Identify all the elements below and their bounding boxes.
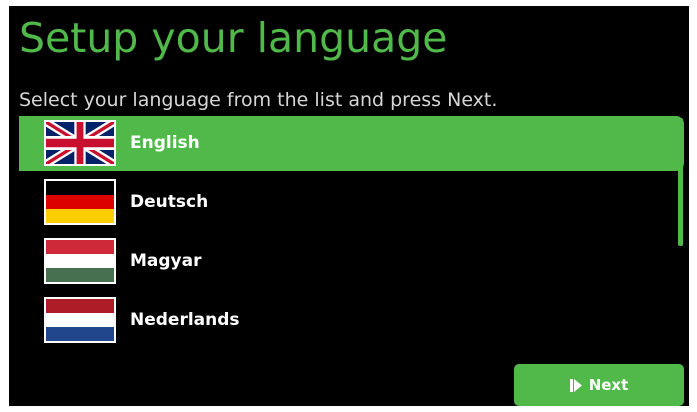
skip-next-icon — [569, 378, 582, 392]
language-label: English — [130, 133, 200, 153]
uk-flag-icon — [44, 120, 116, 166]
language-item-deutsch[interactable]: Deutsch — [19, 175, 684, 230]
language-item-magyar[interactable]: Magyar — [19, 234, 684, 289]
page-title: Setup your language — [19, 14, 448, 62]
next-button-label: Next — [588, 376, 629, 394]
germany-flag-icon — [44, 179, 116, 225]
language-label: Magyar — [130, 251, 202, 271]
language-label: Deutsch — [130, 192, 209, 212]
next-button[interactable]: Next — [514, 364, 684, 406]
language-item-english[interactable]: English — [19, 116, 684, 171]
language-list[interactable]: English Deutsch Magyar Nederlands — [19, 116, 684, 352]
setup-screen: Setup your language Select your language… — [9, 6, 689, 406]
list-scrollbar[interactable] — [678, 118, 683, 246]
netherlands-flag-icon — [44, 297, 116, 343]
hungary-flag-icon — [44, 238, 116, 284]
language-item-nederlands[interactable]: Nederlands — [19, 293, 684, 348]
language-label: Nederlands — [130, 310, 240, 330]
instruction-text: Select your language from the list and p… — [19, 89, 498, 111]
